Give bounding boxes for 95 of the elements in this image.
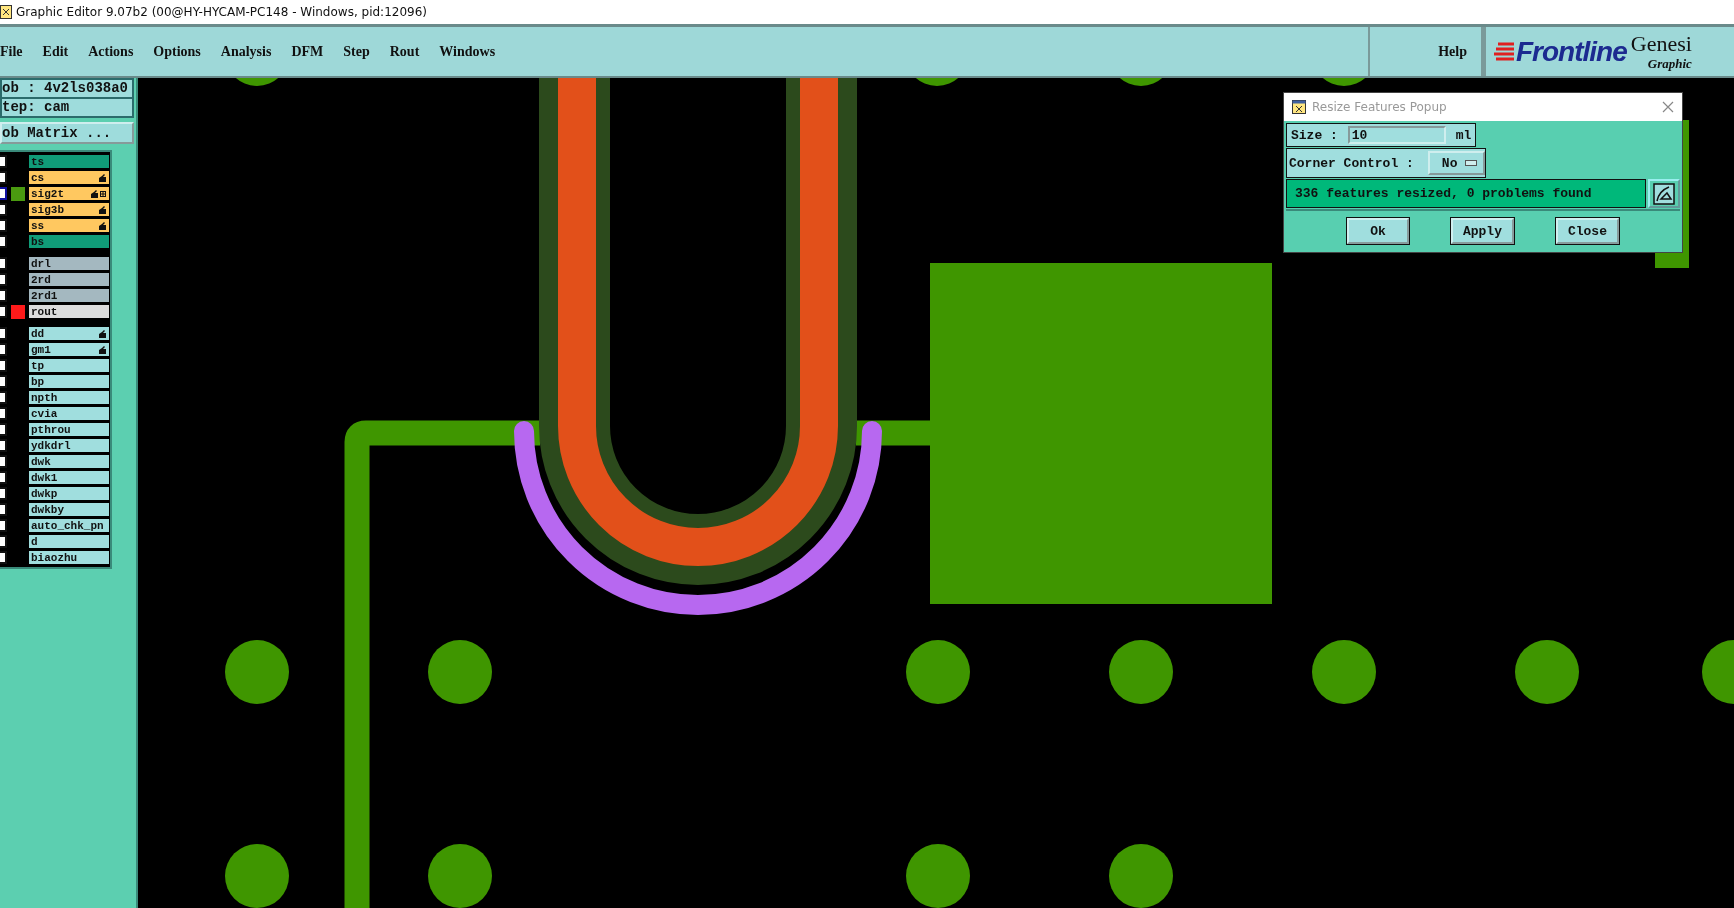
dialog-button[interactable]: Apply — [1450, 218, 1514, 244]
layer-checkbox[interactable] — [0, 535, 7, 548]
menu-item[interactable]: Step — [343, 43, 378, 60]
layer-item[interactable]: bs — [28, 234, 110, 249]
pad-circle — [906, 640, 970, 704]
layer-checkbox[interactable] — [0, 327, 7, 340]
layer-item[interactable]: dwkp — [28, 486, 110, 501]
layer-checkbox[interactable] — [0, 439, 7, 452]
menu-item[interactable]: Options — [153, 43, 209, 60]
layer-checkbox[interactable] — [0, 423, 7, 436]
menu-item[interactable]: DFM — [291, 43, 332, 60]
pad-circle — [428, 844, 492, 908]
layer-checkbox[interactable] — [0, 391, 7, 404]
step-name: tep: cam — [0, 99, 134, 118]
layer-item[interactable]: auto_chk_pn — [28, 518, 110, 533]
layer-item[interactable]: dwkby — [28, 502, 110, 517]
dialog-button[interactable]: Ok — [1347, 218, 1409, 244]
status-message: 336 features resized, 0 problems found — [1286, 179, 1646, 208]
pad-circle — [225, 640, 289, 704]
layer-item[interactable]: pthrou — [28, 422, 110, 437]
menu-item[interactable]: File — [0, 43, 31, 60]
layer-item[interactable]: ts — [28, 154, 110, 169]
pad-circle — [428, 640, 492, 704]
layer-display-swatch[interactable] — [11, 186, 25, 201]
layer-checkbox[interactable] — [0, 171, 7, 184]
layer-checkbox[interactable] — [0, 551, 7, 564]
layer-checkbox[interactable] — [0, 359, 7, 372]
pad-circle — [906, 844, 970, 908]
layer-item[interactable]: dwk — [28, 454, 110, 469]
window-icon — [0, 5, 12, 19]
layer-item[interactable]: 2rd1 — [28, 288, 110, 303]
layer-checkbox[interactable] — [0, 407, 7, 420]
layer-checkbox[interactable] — [0, 273, 7, 286]
layer-checkbox[interactable] — [0, 487, 7, 500]
layer-checkbox[interactable] — [0, 187, 7, 200]
brand-logo: Frontline — [1516, 35, 1627, 68]
layer-item[interactable]: cvia — [28, 406, 110, 421]
pad-circle — [1312, 640, 1376, 704]
layer-checkbox[interactable] — [0, 503, 7, 516]
layer-checkbox[interactable] — [0, 289, 7, 302]
layer-item[interactable]: bp — [28, 374, 110, 389]
pad-circle — [1109, 640, 1173, 704]
layer-checkbox[interactable] — [0, 203, 7, 216]
layer-checkbox[interactable] — [0, 219, 7, 232]
window-icon — [1292, 100, 1306, 114]
layer-item[interactable]: 2rd — [28, 272, 110, 287]
layer-item[interactable]: cs — [28, 170, 110, 185]
menu-item[interactable]: Actions — [88, 43, 142, 60]
popup-title: Resize Features Popup — [1312, 100, 1448, 114]
layer-item[interactable]: sig3b — [28, 202, 110, 217]
window-title: Graphic Editor 9.07b2 (00@HY-HYCAM-PC148 - Windows, pid:12096) — [16, 5, 427, 19]
layer-item[interactable]: ydkdrl — [28, 438, 110, 453]
layer-item[interactable]: biaozhu — [28, 550, 110, 565]
pad-circle — [1109, 844, 1173, 908]
layer-item[interactable]: dd — [28, 326, 110, 341]
product-name: Genesi — [1630, 31, 1692, 56]
pad-circle — [225, 844, 289, 908]
menu-item[interactable]: Analysis — [220, 43, 280, 60]
menu-item[interactable]: Edit — [42, 43, 77, 60]
report-button[interactable] — [1648, 179, 1680, 208]
layer-item[interactable]: npth — [28, 390, 110, 405]
layer-item[interactable]: rout — [28, 304, 110, 319]
speed-lines-icon — [1494, 40, 1514, 63]
pad-circle — [1515, 640, 1579, 704]
size-input[interactable]: 10 — [1347, 126, 1446, 144]
menu-item[interactable]: Rout — [389, 43, 428, 60]
layer-item[interactable]: sig2t — [28, 186, 110, 201]
help-menu[interactable]: Help — [1438, 43, 1475, 60]
unit-label: ml — [1455, 127, 1472, 143]
job-name: ob : 4v2ls038a0 — [0, 78, 134, 99]
corner-control-label: Corner Control : — [1289, 155, 1414, 171]
size-label: Size : — [1291, 127, 1338, 143]
layer-item[interactable]: gm1 — [28, 342, 110, 357]
layer-checkbox[interactable] — [0, 455, 7, 468]
layer-checkbox[interactable] — [0, 519, 7, 532]
layer-item[interactable]: drl — [28, 256, 110, 271]
layer-item[interactable]: ss — [28, 218, 110, 233]
layer-checkbox[interactable] — [0, 305, 7, 318]
layer-item[interactable]: tp — [28, 358, 110, 373]
product-subtitle: Graphic — [1647, 55, 1692, 72]
grid-icon — [100, 190, 106, 197]
layer-item[interactable]: d — [28, 534, 110, 549]
job-matrix-button[interactable]: ob Matrix ... — [0, 122, 134, 144]
corner-control-option[interactable]: No — [1427, 151, 1486, 175]
layer-item[interactable]: dwk1 — [28, 470, 110, 485]
layer-checkbox[interactable] — [0, 343, 7, 356]
close-icon[interactable] — [1662, 101, 1674, 113]
layer-checkbox[interactable] — [0, 375, 7, 388]
menu-item[interactable]: Windows — [439, 43, 504, 60]
dialog-button[interactable]: Close — [1555, 218, 1619, 244]
layer-checkbox[interactable] — [0, 155, 7, 168]
layer-display-swatch[interactable] — [11, 304, 25, 319]
layer-checkbox[interactable] — [0, 235, 7, 248]
layer-checkbox[interactable] — [0, 257, 7, 270]
layer-checkbox[interactable] — [0, 471, 7, 484]
